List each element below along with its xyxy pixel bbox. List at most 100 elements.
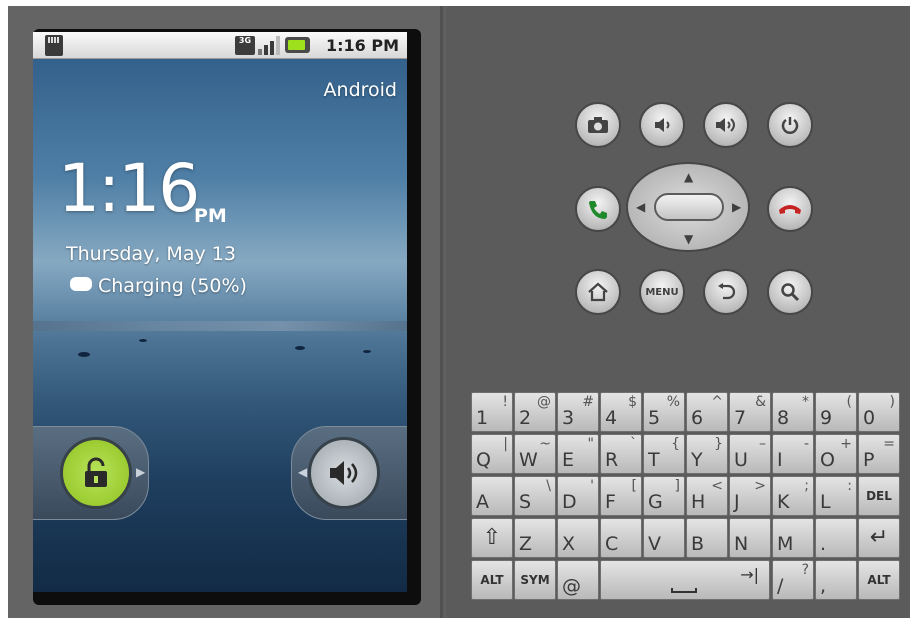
comma-key[interactable]: ,	[815, 560, 857, 600]
sound-on-icon	[330, 461, 358, 485]
key-alt-label: (	[846, 394, 852, 410]
key-row1-6[interactable]: 7 &	[729, 392, 771, 432]
key-label: ⇧	[482, 525, 502, 550]
dpad-left-icon[interactable]: ◀	[636, 200, 645, 214]
key-label: 2	[519, 407, 532, 429]
alt-left-key[interactable]: ALT	[471, 560, 513, 600]
wallpaper-rock	[295, 346, 305, 350]
key-row4-3[interactable]: C	[600, 518, 642, 558]
key-row3-7[interactable]: K;	[772, 476, 814, 516]
key-row1-4[interactable]: 5%	[643, 392, 685, 432]
key-row2-6[interactable]: U –	[729, 434, 771, 474]
search-button[interactable]	[767, 269, 813, 315]
key-row1-8[interactable]: 9(	[815, 392, 857, 432]
key-label: K	[777, 491, 790, 513]
alt-right-key[interactable]: ALT	[858, 560, 900, 600]
key-row1-5[interactable]: 6 ^	[686, 392, 728, 432]
key-label: A	[476, 491, 489, 513]
key-row2-1[interactable]: W ~	[514, 434, 556, 474]
key-row4-9[interactable]: ↵	[858, 518, 900, 558]
key-row3-8[interactable]: L:	[815, 476, 857, 516]
key-row2-0[interactable]: Q |	[471, 434, 513, 474]
key-row4-2[interactable]: X	[557, 518, 599, 558]
key-row3-0[interactable]: A	[471, 476, 513, 516]
wallpaper-rock	[139, 339, 147, 342]
sound-handle[interactable]	[308, 437, 380, 509]
key-row2-8[interactable]: O +	[815, 434, 857, 474]
dpad-up-icon[interactable]: ▲	[684, 170, 693, 184]
volume-up-button[interactable]	[703, 102, 749, 148]
key-row4-4[interactable]: V	[643, 518, 685, 558]
key-row4-6[interactable]: N	[729, 518, 771, 558]
call-icon	[589, 201, 607, 219]
key-row4-1[interactable]: Z	[514, 518, 556, 558]
key-row1-1[interactable]: 2 @	[514, 392, 556, 432]
sym-key[interactable]: SYM	[514, 560, 556, 600]
key-label: ,	[820, 575, 827, 597]
key-row4-7[interactable]: M	[772, 518, 814, 558]
key-row1-9[interactable]: 0)	[858, 392, 900, 432]
key-row4-8[interactable]: .	[815, 518, 857, 558]
key-row2-5[interactable]: Y}	[686, 434, 728, 474]
key-row2-3[interactable]: R `	[600, 434, 642, 474]
key-label: Y	[691, 449, 703, 471]
dpad-down-icon[interactable]: ▼	[684, 232, 693, 246]
key-row1-2[interactable]: 3 #	[557, 392, 599, 432]
key-alt-label: ;	[804, 478, 809, 494]
key-alt-label: +	[840, 436, 852, 452]
key-alt-label: "	[587, 436, 594, 452]
key-row3-5[interactable]: H <	[686, 476, 728, 516]
back-button[interactable]	[703, 269, 749, 315]
key-row3-1[interactable]: S \	[514, 476, 556, 516]
key-alt-label: ^	[711, 394, 723, 410]
key-row2-9[interactable]: P =	[858, 434, 900, 474]
key-row3-3[interactable]: F[	[600, 476, 642, 516]
key-label: T	[648, 449, 660, 471]
slash-key[interactable]: /?	[772, 560, 814, 600]
key-row3-9[interactable]: DEL	[858, 476, 900, 516]
key-row3-4[interactable]: G]	[643, 476, 685, 516]
key-label: G	[648, 491, 663, 513]
key-row2-7[interactable]: I-	[772, 434, 814, 474]
volume-up-icon	[716, 118, 735, 132]
key-row2-2[interactable]: E "	[557, 434, 599, 474]
key-row2-4[interactable]: T{	[643, 434, 685, 474]
space-key[interactable]: →|	[600, 560, 770, 600]
sound-slider-tab[interactable]: ◀	[291, 426, 407, 520]
key-row1-3[interactable]: 4 $	[600, 392, 642, 432]
key-label: 0	[863, 407, 876, 429]
key-alt-label: @	[537, 394, 551, 410]
wallpaper-rock	[78, 352, 90, 357]
key-label: W	[519, 449, 538, 471]
key-row3-6[interactable]: J >	[729, 476, 771, 516]
key-label: I	[777, 449, 783, 471]
end-call-button[interactable]	[767, 186, 813, 232]
key-alt-label: }	[714, 436, 723, 452]
key-alt-label: #	[582, 394, 594, 410]
power-button[interactable]	[767, 102, 813, 148]
menu-button[interactable]: MENU	[639, 269, 685, 315]
dpad[interactable]: ▲ ▼ ◀ ▶	[626, 162, 750, 252]
key-label: C	[605, 533, 619, 555]
key-row1-7[interactable]: 8 *	[772, 392, 814, 432]
home-button[interactable]	[575, 269, 621, 315]
key-label: 9	[820, 407, 833, 429]
call-button[interactable]	[575, 186, 621, 232]
lockscreen-clock: 1:16	[58, 150, 200, 227]
key-row1-0[interactable]: 1!	[471, 392, 513, 432]
key-label: ALT	[867, 573, 891, 587]
key-label: J	[734, 491, 740, 513]
unlock-slider-tab[interactable]: ▶	[33, 426, 149, 520]
key-row3-2[interactable]: D '	[557, 476, 599, 516]
key-row4-5[interactable]: B	[686, 518, 728, 558]
volume-down-button[interactable]	[639, 102, 685, 148]
lockscreen-date: Thursday, May 13	[66, 243, 236, 265]
power-icon	[781, 117, 799, 134]
unlock-handle[interactable]	[60, 437, 132, 509]
dpad-center-button[interactable]	[654, 193, 724, 221]
key-label: N	[734, 533, 749, 555]
dpad-right-icon[interactable]: ▶	[732, 200, 741, 214]
key-row4-0[interactable]: ⇧	[471, 518, 513, 558]
at-key[interactable]: @	[557, 560, 599, 600]
camera-button[interactable]	[575, 102, 621, 148]
